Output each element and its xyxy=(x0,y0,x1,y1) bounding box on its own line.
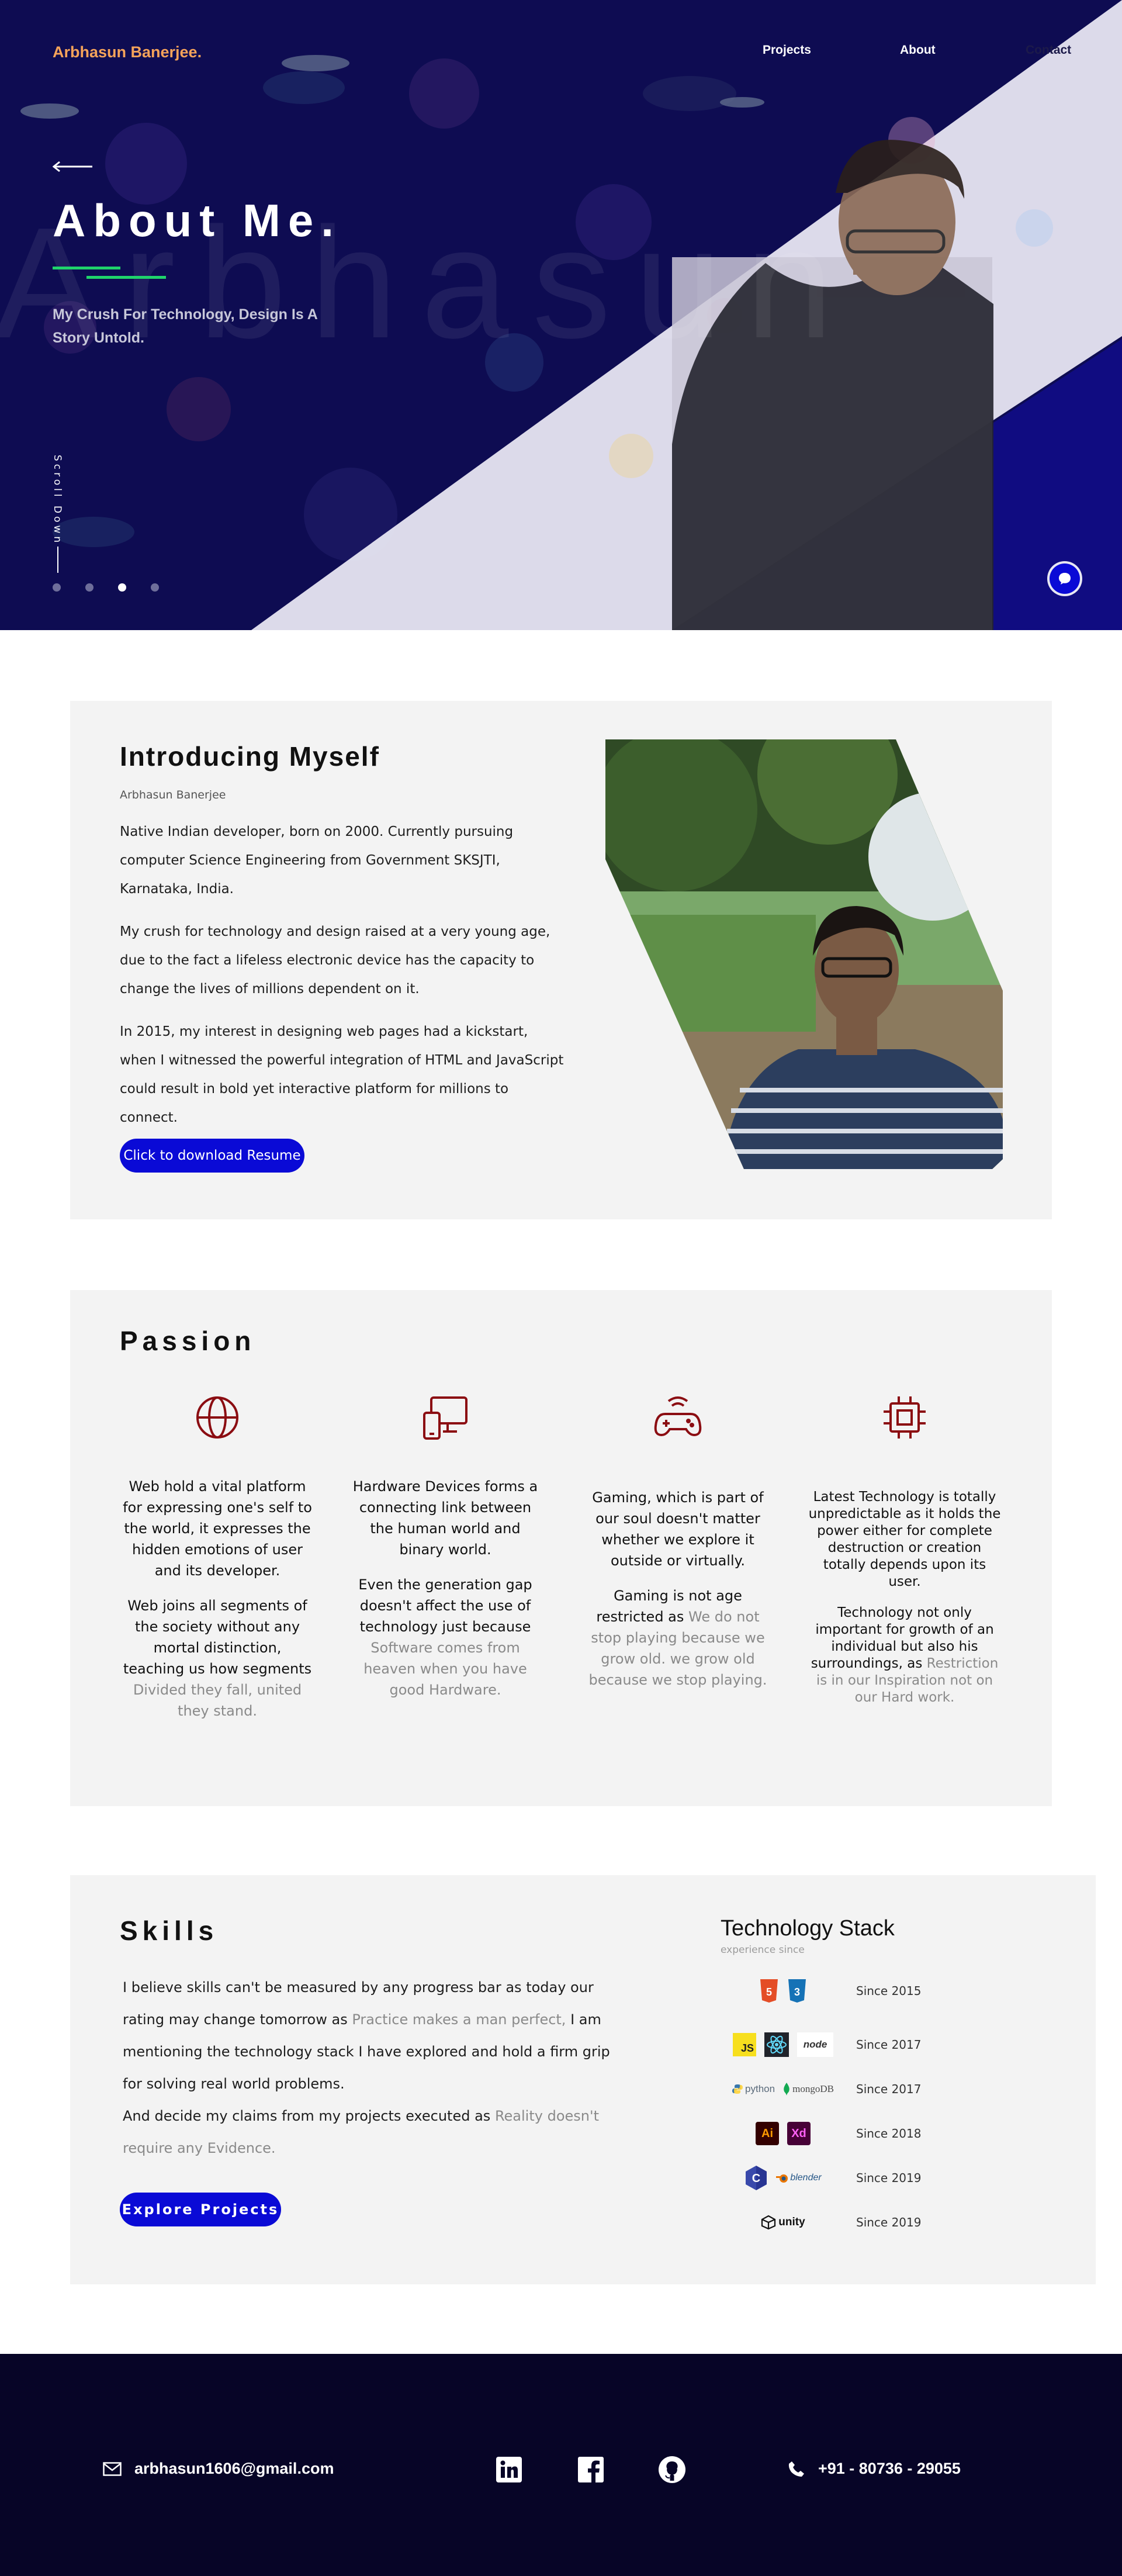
nav-contact[interactable]: Contact xyxy=(1026,43,1071,57)
tech-since: Since 2017 xyxy=(856,2038,922,2052)
passion-text: Web hold a vital platform for expressing… xyxy=(123,1478,312,1579)
linkedin-link[interactable] xyxy=(494,2454,524,2485)
svg-text:C: C xyxy=(752,2172,760,2185)
phone-number[interactable]: +91 - 80736 - 29055 xyxy=(818,2460,961,2478)
scroll-down-line xyxy=(57,547,58,573)
mail-icon xyxy=(103,2461,122,2476)
back-arrow-icon[interactable] xyxy=(53,161,94,172)
slide-dot[interactable] xyxy=(151,583,159,592)
tech-row: python mongoDB Since 2017 xyxy=(713,2072,1040,2107)
skills-paragraph: And decide my claims from my projects ex… xyxy=(123,2108,599,2156)
javascript-icon: JS xyxy=(733,2033,756,2056)
passion-title: Passion xyxy=(120,1326,256,1356)
title-underline-offset xyxy=(86,276,166,279)
svg-text:5: 5 xyxy=(766,1986,772,1998)
svg-text:3: 3 xyxy=(794,1986,800,1998)
hero-section: Arbhasun Arbhasun Banerjee. Projects Abo… xyxy=(0,0,1122,630)
css3-icon: 3 xyxy=(788,1979,806,2003)
download-resume-button[interactable]: Click to download Resume xyxy=(120,1139,304,1173)
slide-indicator xyxy=(53,583,159,592)
html5-icon: 5 xyxy=(760,1979,778,2003)
slide-dot-active[interactable] xyxy=(118,583,126,592)
tech-since: Since 2019 xyxy=(856,2171,922,2185)
passion-text: Gaming is not age restricted as We do no… xyxy=(588,1588,767,1688)
mongodb-icon: mongoDB xyxy=(783,2080,834,2098)
skills-body: I believe skills can't be measured by an… xyxy=(123,1972,614,2164)
brand-logo[interactable]: Arbhasun Banerjee. xyxy=(53,43,202,61)
intro-name: Arbhasun Banerjee xyxy=(120,789,226,801)
passion-item-hardware: Hardware Devices forms a connecting link… xyxy=(349,1476,542,1714)
slide-dot[interactable] xyxy=(53,583,61,592)
globe-icon xyxy=(196,1396,238,1439)
linkedin-icon xyxy=(496,2457,522,2482)
tech-row: C blender Since 2019 xyxy=(713,2160,1040,2195)
gamepad-icon xyxy=(654,1396,702,1437)
chat-bubble-icon xyxy=(1059,573,1071,585)
passion-text: Web joins all segments of the society wi… xyxy=(123,1598,312,1719)
tech-stack-title: Technology Stack xyxy=(721,1916,895,1941)
passion-text: Latest Technology is totally unpredictab… xyxy=(808,1489,1001,1589)
chip-icon xyxy=(884,1396,926,1439)
devices-icon xyxy=(423,1396,468,1440)
blender-icon: blender xyxy=(776,2169,822,2187)
intro-paragraph: Native Indian developer, born on 2000. C… xyxy=(120,824,514,897)
intro-paragraph: My crush for technology and design raise… xyxy=(120,924,550,997)
chat-button[interactable] xyxy=(1050,563,1080,594)
scroll-down-label[interactable]: Scroll Down xyxy=(51,455,63,545)
tech-since: Since 2019 xyxy=(856,2215,922,2229)
passion-text: Even the generation gap doesn't affect t… xyxy=(358,1576,532,1698)
tech-since: Since 2018 xyxy=(856,2127,922,2141)
facebook-icon xyxy=(578,2457,604,2482)
github-icon xyxy=(659,2456,685,2483)
illustrator-icon: Ai xyxy=(756,2122,779,2145)
tech-since: Since 2015 xyxy=(856,1984,922,1998)
tech-row: unity Since 2019 xyxy=(713,2205,1040,2240)
unity-icon: unity xyxy=(761,2214,805,2231)
intro-title: Introducing Myself xyxy=(120,741,380,772)
passion-item-technology: Latest Technology is totally unpredictab… xyxy=(808,1489,1001,1720)
skills-quote: Practice makes a man perfect, xyxy=(352,2011,566,2028)
passion-item-gaming: Gaming, which is part of our soul doesn'… xyxy=(581,1487,774,1704)
passion-section: Passion Web hold a vital platform for ex… xyxy=(70,1290,1052,1806)
tech-since: Since 2017 xyxy=(856,2082,922,2096)
tech-row: 5 3 Since 2015 xyxy=(713,1973,1040,2008)
slide-dot[interactable] xyxy=(85,583,94,592)
hero-subtitle: My Crush For Technology, Design Is A Sto… xyxy=(53,306,317,346)
explore-projects-button[interactable]: Explore Projects xyxy=(120,2193,281,2226)
skills-paragraph: I believe skills can't be measured by an… xyxy=(123,1979,610,2092)
react-icon xyxy=(764,2032,789,2057)
nav-projects[interactable]: Projects xyxy=(763,43,811,57)
passion-quote: Divided they fall, united they stand. xyxy=(133,1682,302,1719)
skills-section: Skills I believe skills can't be measure… xyxy=(70,1875,1096,2284)
passion-text: Hardware Devices forms a connecting link… xyxy=(352,1478,538,1558)
intro-paragraph: In 2015, my interest in designing web pa… xyxy=(120,1024,564,1125)
tech-row: JS node Since 2017 xyxy=(713,2027,1040,2062)
profile-photo xyxy=(605,739,1003,1169)
passion-text: Technology not only important for growth… xyxy=(811,1605,999,1705)
python-icon: python xyxy=(732,2080,775,2098)
passion-item-web: Web hold a vital platform for expressing… xyxy=(121,1476,314,1735)
passion-quote: Software comes from heaven when you have… xyxy=(363,1640,527,1698)
title-underline xyxy=(53,267,120,269)
page-title: About Me. xyxy=(53,195,341,246)
skills-title: Skills xyxy=(120,1915,219,1946)
github-link[interactable] xyxy=(657,2454,687,2485)
intro-body: Native Indian developer, born on 2000. C… xyxy=(120,818,564,1146)
footer-phone[interactable]: +91 - 80736 - 29055 xyxy=(788,2460,961,2478)
phone-icon xyxy=(788,2461,804,2477)
tech-row: Ai Xd Since 2018 xyxy=(713,2116,1040,2151)
footer-email[interactable]: arbhasun1606@gmail.com xyxy=(103,2460,334,2478)
nav-about[interactable]: About xyxy=(900,43,936,57)
facebook-link[interactable] xyxy=(576,2454,606,2485)
tech-stack-subtitle: experience since xyxy=(721,1944,805,1956)
adobe-xd-icon: Xd xyxy=(787,2122,811,2145)
c-language-icon: C xyxy=(746,2166,767,2190)
intro-section: Introducing Myself Arbhasun Banerjee Nat… xyxy=(70,701,1052,1219)
footer: arbhasun1606@gmail.com +91 - 80736 - 290… xyxy=(0,2354,1122,2576)
passion-text: Gaming, which is part of our soul doesn'… xyxy=(592,1489,764,1569)
email-address[interactable]: arbhasun1606@gmail.com xyxy=(134,2460,334,2478)
nodejs-icon: node xyxy=(797,2032,833,2057)
